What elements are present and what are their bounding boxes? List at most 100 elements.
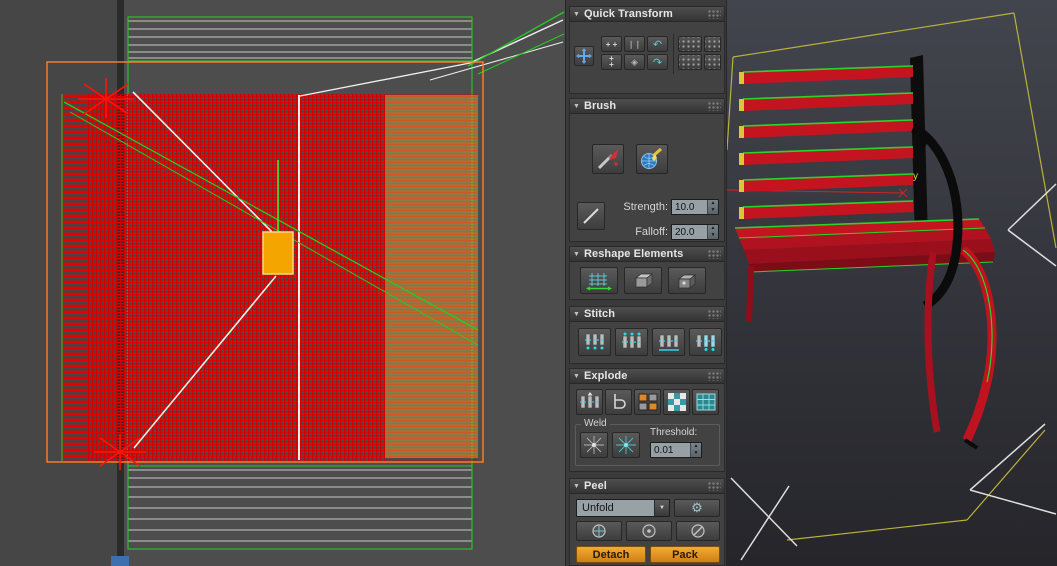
strength-spinner[interactable]: 10.0 ▲ ▼ (671, 199, 719, 215)
peel-options-button[interactable]: ⚙ (674, 499, 720, 517)
material-squares-icon (638, 393, 657, 411)
move-vertical-icon: + + (609, 54, 614, 69)
spinner-down-icon[interactable]: ▼ (691, 450, 701, 457)
gear-icon: ⚙ (691, 500, 703, 515)
align-to-edge-button[interactable]: ◈ (624, 54, 645, 70)
distribute-options-button-2[interactable] (704, 36, 721, 52)
rollout-title: Explode (583, 370, 628, 382)
peel-seams-button[interactable] (676, 521, 720, 541)
stitch-target-button[interactable] (689, 328, 722, 356)
flatten-checker-button[interactable] (663, 389, 690, 415)
distribute-options-button-1[interactable] (678, 36, 702, 52)
perspective-viewport[interactable]: y (727, 0, 1057, 566)
rollout-header-peel[interactable]: ▼ Peel (570, 479, 724, 494)
falloff-spinner-arrows[interactable]: ▲ ▼ (707, 225, 718, 239)
target-weld-button[interactable] (612, 432, 640, 458)
strength-value[interactable]: 10.0 (672, 200, 707, 214)
align-bars-icon: ❘❘❘❘ (625, 39, 644, 49)
threshold-spinner[interactable]: 0.01 ▲ ▼ (650, 442, 702, 458)
distribute-options-button-3[interactable] (678, 54, 702, 70)
rotate-cw-button[interactable]: ↷ (647, 54, 668, 70)
falloff-value[interactable]: 20.0 (672, 225, 707, 239)
peel-reset-button[interactable] (626, 521, 672, 541)
move-mode-button[interactable] (574, 46, 594, 66)
flatten-custom-button[interactable] (692, 389, 719, 415)
rollout-grip-icon[interactable] (708, 309, 721, 319)
rollout-grip-icon[interactable] (708, 371, 721, 381)
rollout-stitch: ▼ Stitch (569, 306, 725, 364)
stitch-custom-button[interactable] (578, 328, 611, 356)
relax-button[interactable] (668, 267, 706, 294)
threshold-label: Threshold: (650, 427, 698, 438)
distribute-options-button-4[interactable] (704, 54, 721, 70)
stitch-average-button[interactable] (652, 328, 685, 356)
relax-brush-button[interactable] (636, 144, 668, 174)
rollout-header-quick-transform[interactable]: ▼ Quick Transform (570, 7, 724, 22)
rollout-grip-icon[interactable] (708, 249, 721, 259)
rotate-ccw-icon: ↶ (652, 38, 663, 51)
relax-until-flat-button[interactable] (624, 267, 662, 294)
rollout-grip-icon[interactable] (708, 481, 721, 491)
collapse-arrow-icon: ▼ (573, 372, 580, 380)
weld-group: Weld Threshold: 0.01 ▲ ▼ (575, 418, 720, 466)
rollout-grip-icon[interactable] (708, 101, 721, 111)
uv-editor-canvas[interactable] (0, 0, 565, 566)
flatten-by-polygon-button[interactable] (605, 389, 632, 415)
stitch-comb-filled-icon (695, 334, 716, 351)
strength-label: Strength: (623, 201, 668, 213)
rotate-ccw-button[interactable]: ↶ (647, 36, 668, 52)
peel-slice-icon (691, 524, 705, 538)
rollout-reshape-elements: ▼ Reshape Elements (569, 246, 725, 300)
peel-mode-dropdown[interactable]: Unfold ▼ (576, 499, 670, 517)
peel-circle-icon (642, 524, 656, 538)
falloff-line-icon (583, 208, 599, 224)
flatten-by-smoothing-button[interactable] (576, 389, 603, 415)
rollout-explode: ▼ Explode Weld Threshold: 0.01 ▲ ▼ (569, 368, 725, 472)
teal-grid-icon (696, 393, 715, 411)
quick-transform-separator (673, 34, 674, 74)
peel-mode-button[interactable] (576, 521, 622, 541)
falloff-spinner[interactable]: 20.0 ▲ ▼ (671, 224, 719, 240)
grid-arrows-icon (586, 272, 612, 290)
rollout-grip-icon[interactable] (708, 9, 721, 19)
collapse-arrow-icon: ▼ (573, 310, 580, 318)
dropdown-arrow-icon[interactable]: ▼ (654, 500, 669, 516)
peel-pelt-icon (592, 524, 606, 538)
spinner-down-icon[interactable]: ▼ (708, 207, 718, 214)
weld-selected-button[interactable] (580, 432, 608, 458)
soft-brush-sphere-icon (641, 147, 662, 169)
axis-y-label: y (913, 171, 918, 182)
falloff-curve-button[interactable] (577, 202, 605, 230)
straighten-selection-button[interactable] (580, 267, 618, 294)
viewport-drawing: y (727, 0, 1057, 566)
rollout-quick-transform: ▼ Quick Transform + + ❘❘❘❘ ↶ + + ◈ (569, 6, 725, 94)
paint-brush-icon (597, 149, 618, 170)
rollout-header-reshape-elements[interactable]: ▼ Reshape Elements (570, 247, 724, 262)
rollout-header-explode[interactable]: ▼ Explode (570, 369, 724, 384)
rollout-brush: ▼ Brush Strength: 10.0 ▲ ▼ Falloff: 20.0… (569, 98, 725, 242)
uv-editor-drawing (0, 0, 565, 566)
uv-brush-button[interactable] (592, 144, 624, 174)
explode-comb-icon (579, 392, 600, 409)
rotate-cw-icon: ↷ (652, 56, 663, 69)
detach-button[interactable]: Detach (576, 546, 646, 563)
unwrap-uvw-workspace: ▼ Quick Transform + + ❘❘❘❘ ↶ + + ◈ (0, 0, 1057, 566)
detach-button-label: Detach (592, 548, 630, 561)
stitch-source-button[interactable] (615, 328, 648, 356)
spinner-up-icon[interactable]: ▲ (708, 200, 718, 207)
threshold-spinner-arrows[interactable]: ▲ ▼ (690, 443, 701, 457)
space-vertical-button[interactable]: ❘❘❘❘ (624, 36, 645, 52)
pack-button[interactable]: Pack (650, 546, 720, 563)
collapse-arrow-icon: ▼ (573, 250, 580, 258)
rollout-header-stitch[interactable]: ▼ Stitch (570, 307, 724, 322)
spinner-down-icon[interactable]: ▼ (708, 232, 718, 239)
spinner-up-icon[interactable]: ▲ (708, 225, 718, 232)
align-horizontal-button[interactable]: + + (601, 36, 622, 52)
align-vertical-button[interactable]: + + (601, 54, 622, 70)
flatten-by-material-button[interactable] (634, 389, 661, 415)
threshold-value[interactable]: 0.01 (651, 443, 690, 457)
rollout-header-brush[interactable]: ▼ Brush (570, 99, 724, 114)
weld-web-icon (584, 436, 604, 454)
strength-spinner-arrows[interactable]: ▲ ▼ (707, 200, 718, 214)
spinner-up-icon[interactable]: ▲ (691, 443, 701, 450)
